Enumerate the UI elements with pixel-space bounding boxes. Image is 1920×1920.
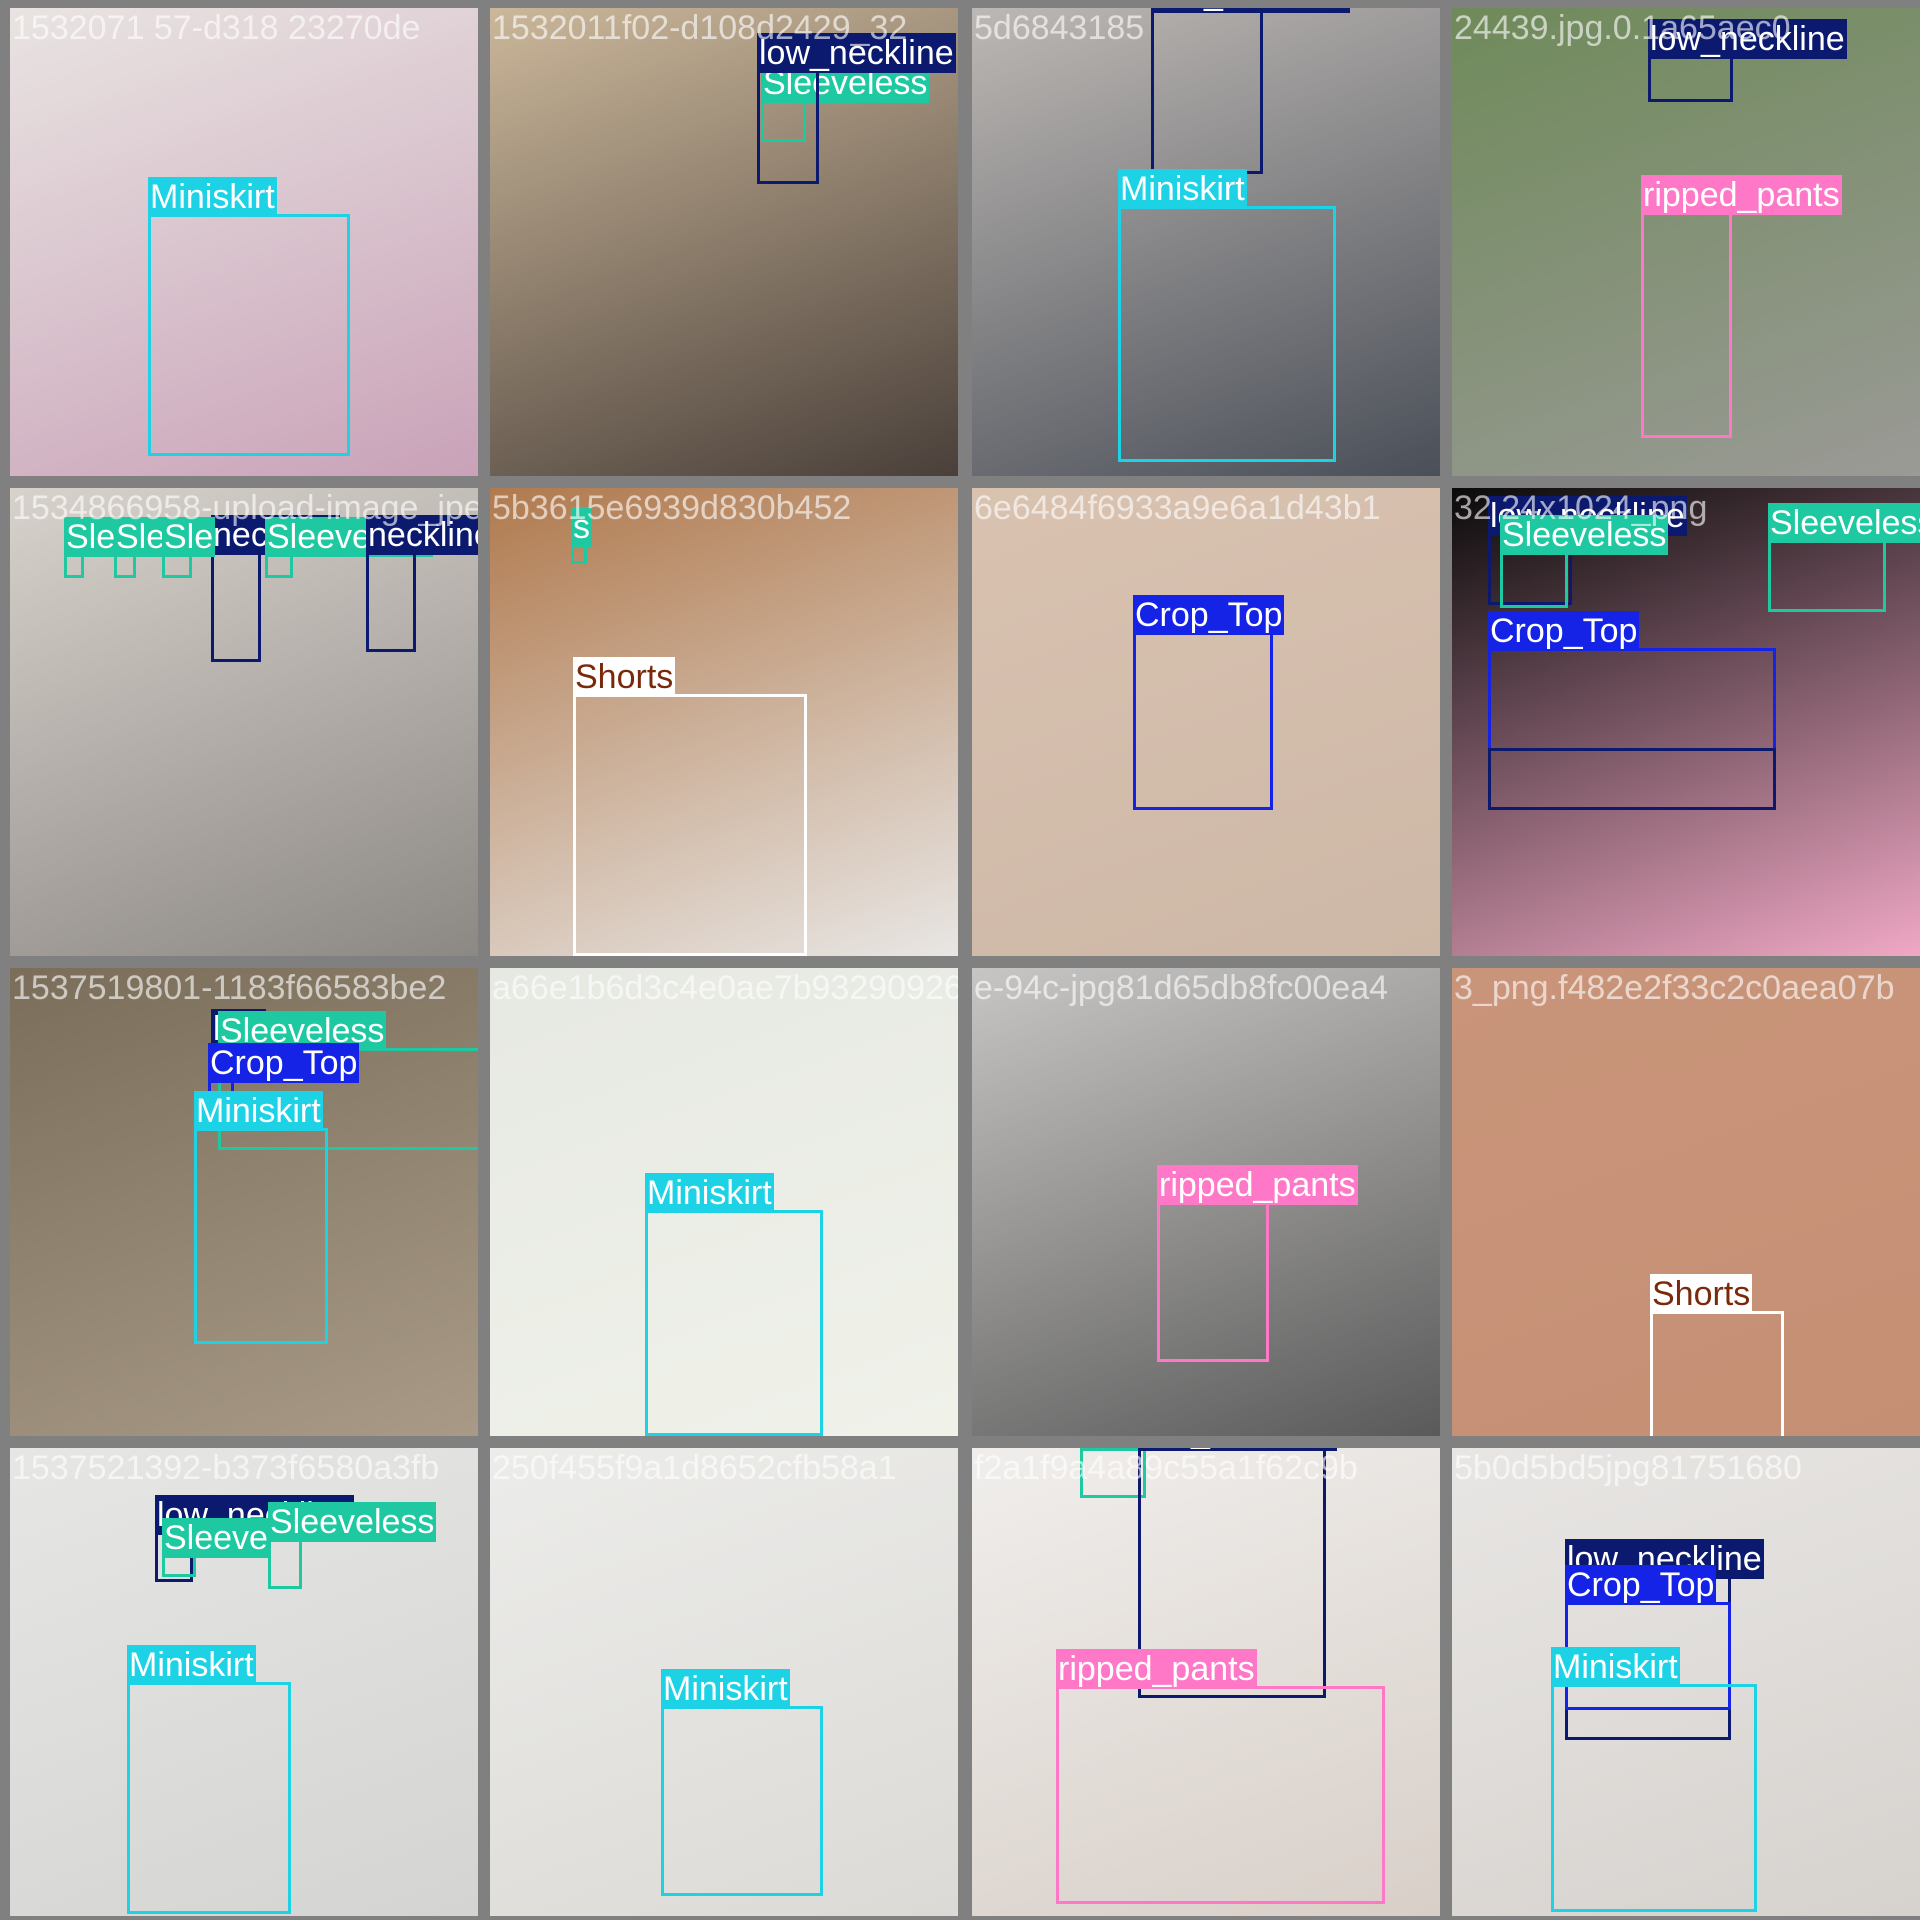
image-tile: Miniskirt 1532071 57-d318 23270de xyxy=(10,8,478,476)
box-label: Sleeveless xyxy=(1500,515,1669,555)
bounding-box-sleeveless: Sleev xyxy=(114,517,204,578)
bounding-box-sleeveless: Sle xyxy=(64,517,118,578)
bounding-box-ripped-pants: ripped_pants xyxy=(1641,175,1842,438)
bounding-box-shorts: Shorts xyxy=(1650,1274,1784,1436)
image-tile: Miniskirt a66e1b6d3c4e0ae7b93290926 xyxy=(490,968,958,1436)
box-label: Miniskirt xyxy=(645,1173,774,1213)
bounding-box-low-neckline: low_neckline xyxy=(757,33,956,184)
box-label: Sleeveless xyxy=(1768,503,1920,543)
box-label: ripped_pants xyxy=(1157,1165,1358,1205)
box-label: Shorts xyxy=(1650,1274,1753,1314)
box-label: Sle xyxy=(64,517,118,557)
image-tile: s Shorts 5b3615e6939d830b452 xyxy=(490,488,958,956)
bounding-box-low-neckline: neckline xyxy=(211,515,340,662)
bounding-box-sleeveless: Sleeveless xyxy=(268,1502,437,1589)
bounding-box-sleeveless: s xyxy=(571,507,592,564)
image-tile: Sleelow_necklineripped_pantsf2a1f9a4a89c… xyxy=(972,1448,1440,1916)
box-label: ripped_pants xyxy=(1056,1649,1257,1689)
bounding-box-low-neckline: neckline xyxy=(366,515,478,652)
bounding-box-sleeveless: Sleeveless xyxy=(265,517,434,578)
bounding-box-sleeveless: Sle xyxy=(162,517,216,578)
bounding-box-miniskirt: Miniskirt xyxy=(194,1091,328,1344)
box-label: low_neckline xyxy=(757,33,956,73)
box-label: Crop_Top xyxy=(1565,1565,1717,1605)
box-label: Miniskirt xyxy=(1551,1647,1680,1687)
box-label: Miniskirt xyxy=(148,177,277,217)
bounding-box-sleeveless: Sleeveless xyxy=(1500,515,1669,608)
box-label: Sleeve xyxy=(162,1518,270,1558)
bounding-box-low-neckline: low_neckline xyxy=(1151,8,1350,174)
bounding-box-miniskirt: Miniskirt xyxy=(1551,1647,1757,1912)
bounding-box-miniskirt: Miniskirt xyxy=(127,1645,291,1914)
box-label: Crop_Top xyxy=(208,1043,360,1083)
box-label: low_neckline xyxy=(1648,19,1847,59)
box-label: Miniskirt xyxy=(194,1091,323,1131)
bounding-box-crop-top: Crop_Top xyxy=(1133,595,1285,810)
bounding-box-shorts: Shorts xyxy=(573,657,807,956)
image-tile: low_neckline Crop_Top Miniskirt 5b0d5bd5jpg… xyxy=(1452,1448,1920,1916)
box-label: ripped_pants xyxy=(1641,175,1842,215)
bounding-box-miniskirt: Miniskirt xyxy=(1118,169,1336,462)
box-label: low_neckline xyxy=(1151,8,1350,13)
box-label: Miniskirt xyxy=(127,1645,256,1685)
image-tile: Shorts 3_png.f482e2f33c2c0aea07b xyxy=(1452,968,1920,1436)
image-tile: Crop_Top 6e6484f6933a9e6a1d43b1 xyxy=(972,488,1440,956)
image-tile: SleSleevnecklineSleSleevelessneckline153… xyxy=(10,488,478,956)
detection-grid: Miniskirt 1532071 57-d318 23270de Sleevele… xyxy=(0,0,1920,1920)
image-tile: low_neckline Sleeve Sleeveless Miniskirt 153… xyxy=(10,1448,478,1916)
bounding-box-low-neckline: low_neckline xyxy=(1648,19,1847,102)
bounding-box-miniskirt: Miniskirt xyxy=(645,1173,823,1436)
image-tile: ripped_pants e-94c-jpg81d65db8fc00ea4 xyxy=(972,968,1440,1436)
box-label: neckline xyxy=(366,515,478,555)
bounding-box-miniskirt: Miniskirt xyxy=(148,177,350,456)
bounding-box-ripped-pants: ripped_pants xyxy=(1056,1649,1385,1904)
box-label: Miniskirt xyxy=(1118,169,1247,209)
box-label: Crop_Top xyxy=(1488,611,1640,651)
bounding-box-miniskirt: Miniskirt xyxy=(661,1669,823,1896)
bounding-box-sleeveless: Slee xyxy=(1080,1448,1153,1498)
box-label: Miniskirt xyxy=(661,1669,790,1709)
bounding-box-sleeveless: Sleeve xyxy=(162,1518,270,1577)
box-label: Crop_Top xyxy=(1133,595,1285,635)
image-tile: Miniskirt 250f455f9a1d8652cfb58a1 xyxy=(490,1448,958,1916)
image-tile: low_necklineSleevelessSleevelessCrop_Top… xyxy=(1452,488,1920,956)
image-tile: low_necklineMiniskirt5d6843185 xyxy=(972,8,1440,476)
box-label: Sle xyxy=(162,517,216,557)
box-label: low_neckline xyxy=(1138,1448,1337,1451)
image-tile: low_neckline ripped_pants 24439.jpg.0.1a65… xyxy=(1452,8,1920,476)
image-tile: lowSleevelessCrop_TopMiniskirt1537519801… xyxy=(10,968,478,1436)
box-label: s xyxy=(571,507,592,547)
bounding-box-ripped-pants: ripped_pants xyxy=(1157,1165,1358,1362)
bounding-box-sleeveless: Sleeveless xyxy=(1768,503,1920,612)
box-label: Shorts xyxy=(573,657,676,697)
box-label: Sleeveless xyxy=(268,1502,437,1542)
bounding-box-low-neckline xyxy=(1488,748,1776,810)
image-tile: Sleeveless low_neckline 1532011f02-d108d24… xyxy=(490,8,958,476)
